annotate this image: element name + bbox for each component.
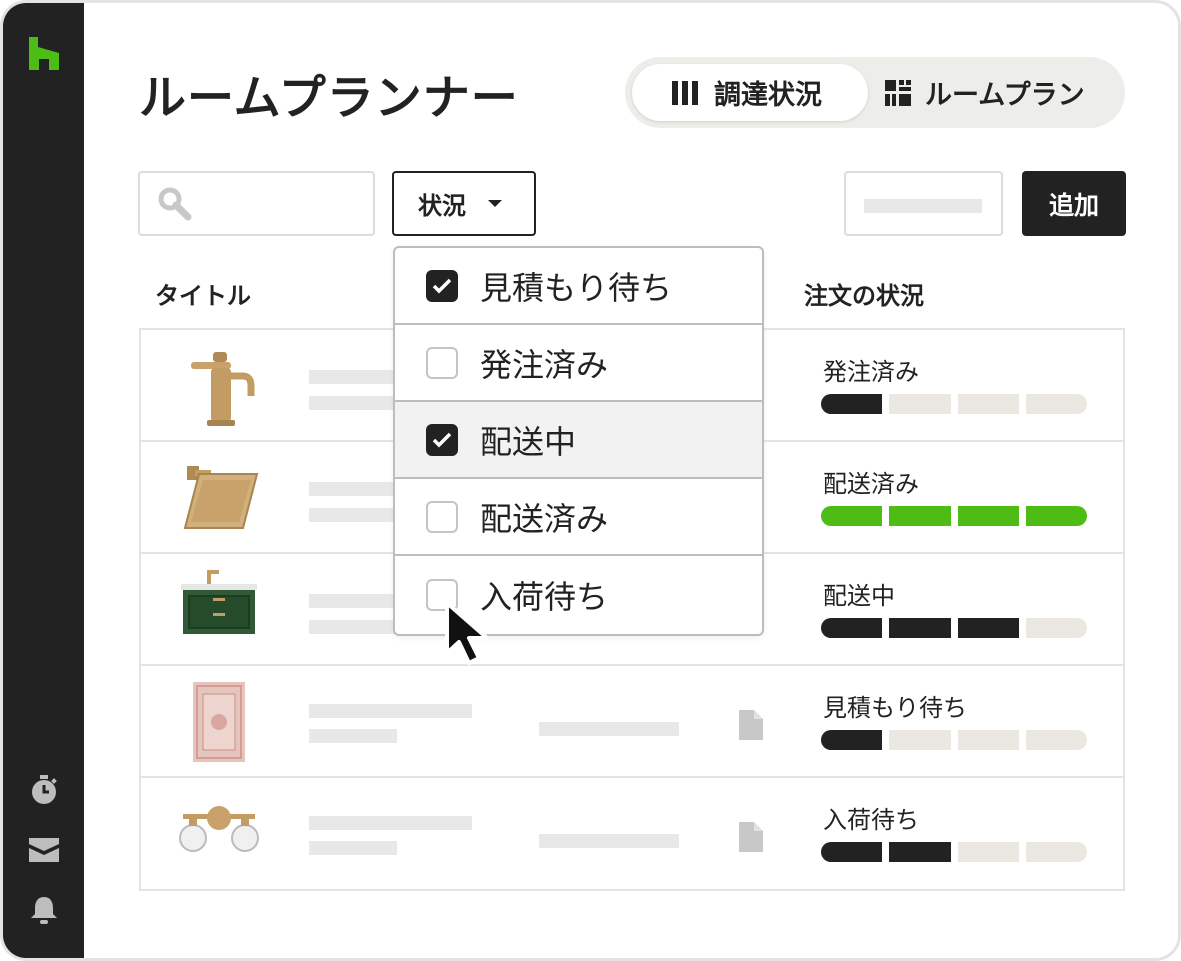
columns-icon: [672, 80, 698, 105]
status-filter-menu: 見積もり待ち 発注済み 配送中 配送済み 入荷待ち: [393, 246, 764, 636]
search-icon: [158, 187, 192, 221]
secondary-field[interactable]: [844, 171, 1003, 236]
filter-option-label: 発注済み: [480, 345, 609, 384]
status-filter-label: 状況: [418, 192, 466, 220]
placeholder-bar: [309, 841, 397, 855]
bell-icon[interactable]: [29, 895, 59, 925]
placeholder-bar: [309, 816, 472, 830]
placeholder-bar: [309, 508, 397, 522]
grid-icon: [885, 79, 911, 106]
page-title: ルームプランナー: [139, 71, 519, 126]
view-toggle: 調達状況 ルームプラン: [625, 57, 1125, 128]
placeholder-bar: [309, 704, 472, 718]
status-progress-bar: [821, 730, 1087, 750]
placeholder-bar: [539, 722, 679, 736]
status-progress-bar: [821, 618, 1087, 638]
order-status-text: 配送中: [823, 582, 895, 610]
status-progress-bar: [821, 842, 1087, 862]
search-input[interactable]: [138, 171, 375, 236]
chevron-down-icon: [488, 200, 502, 207]
status-progress-bar: [821, 506, 1087, 526]
column-header-title: タイトル: [155, 282, 251, 310]
rug-image: [177, 680, 261, 764]
faucet-image: [177, 344, 261, 428]
placeholder-bar: [309, 396, 397, 410]
table-row[interactable]: 入荷待ち: [141, 778, 1123, 890]
file-icon[interactable]: [739, 822, 763, 852]
houzz-logo-icon[interactable]: [29, 37, 59, 70]
placeholder-bar: [309, 729, 397, 743]
vanity-light-image: [177, 792, 261, 876]
placeholder-bar: [309, 620, 397, 634]
order-status-text: 発注済み: [823, 358, 919, 386]
placeholder-bar: [309, 594, 397, 608]
file-icon[interactable]: [739, 710, 763, 740]
checkbox-checked[interactable]: [426, 423, 458, 456]
checkbox-checked[interactable]: [426, 269, 458, 302]
placeholder-bar: [539, 834, 679, 848]
filter-option-in-transit[interactable]: 配送中: [395, 402, 762, 479]
mouse-cursor-icon: [445, 601, 489, 665]
filter-option-awaiting-quote[interactable]: 見積もり待ち: [395, 248, 762, 325]
filter-option-label: 配送済み: [480, 499, 609, 538]
status-progress-bar: [821, 394, 1087, 414]
sidebar: [3, 3, 84, 958]
filter-option-ordered[interactable]: 発注済み: [395, 325, 762, 402]
column-header-order-status: 注文の状況: [804, 282, 924, 310]
placeholder-bar: [864, 199, 982, 213]
filter-option-label: 配送中: [480, 422, 577, 461]
tab-procurement[interactable]: 調達状況: [632, 64, 868, 121]
table-row[interactable]: 見積もり待ち: [141, 666, 1123, 778]
checkbox-unchecked[interactable]: [426, 500, 458, 533]
inbox-icon[interactable]: [29, 835, 59, 865]
checkbox-unchecked[interactable]: [426, 346, 458, 379]
tab-procurement-label: 調達状況: [714, 80, 822, 111]
app-window: ルームプランナー 調達状況 ルームプラン 状況 追加 タイトル 注文の状況 発注…: [0, 0, 1181, 961]
filter-option-delivered[interactable]: 配送済み: [395, 479, 762, 556]
filter-option-label: 見積もり待ち: [480, 268, 673, 307]
order-status-text: 見積もり待ち: [823, 694, 967, 722]
tab-room-plan[interactable]: ルームプラン: [883, 64, 1119, 121]
order-status-text: 入荷待ち: [823, 806, 919, 834]
tab-room-plan-label: ルームプラン: [925, 80, 1085, 111]
order-status-text: 配送済み: [823, 470, 919, 498]
timer-icon[interactable]: [29, 775, 59, 805]
add-button[interactable]: 追加: [1022, 171, 1126, 236]
vanity-image: [177, 568, 261, 652]
placeholder-bar: [309, 482, 397, 496]
shower-head-image: [177, 456, 261, 540]
placeholder-bar: [309, 370, 397, 384]
status-filter-dropdown[interactable]: 状況: [392, 171, 536, 236]
